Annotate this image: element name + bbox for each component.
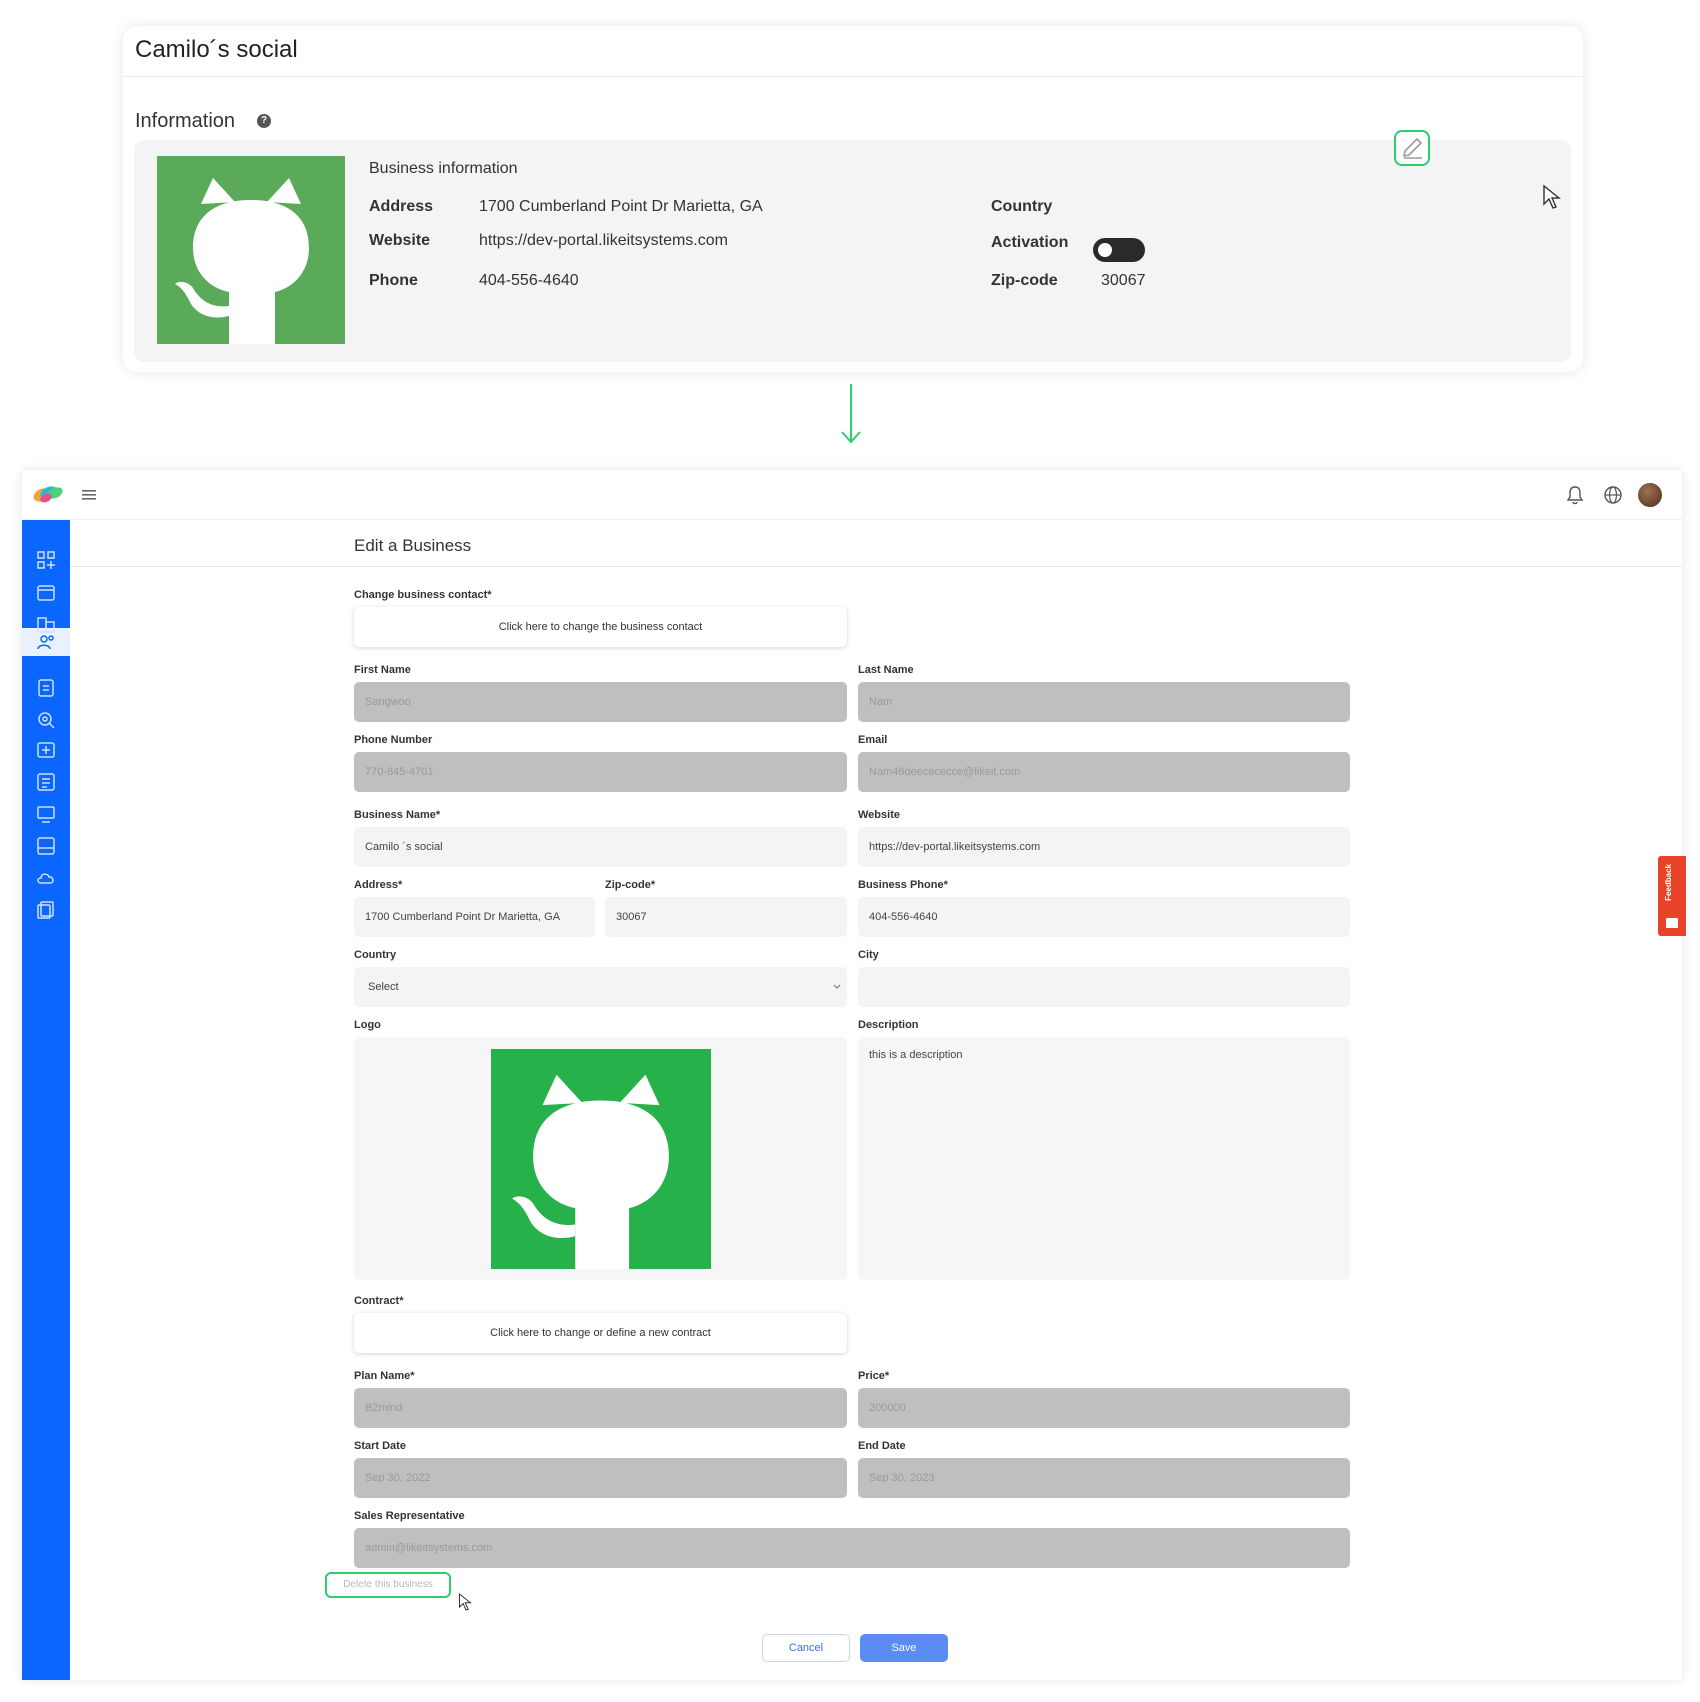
- change-contact-label: Change business contact*: [354, 589, 492, 601]
- business-name-input[interactable]: Camilo ´s social: [354, 827, 847, 867]
- information-heading: Information: [135, 110, 236, 132]
- address-value: 1700 Cumberland Point Dr Marietta, GA: [479, 198, 763, 215]
- github-octocat-icon: [512, 1074, 669, 1269]
- logo-preview: [491, 1049, 711, 1269]
- country-label: Country: [991, 198, 1053, 215]
- chevron-down-icon: [833, 984, 841, 989]
- users-icon[interactable]: [36, 632, 56, 652]
- contract-button[interactable]: Click here to change or define a new con…: [354, 1313, 847, 1353]
- first-name-label: First Name: [354, 664, 411, 676]
- feedback-label: Feedback: [1664, 864, 1673, 901]
- price-label: Price*: [858, 1370, 890, 1382]
- country-select[interactable]: Select: [354, 967, 847, 1007]
- first-name-input[interactable]: Sangwoo: [354, 682, 847, 722]
- page-title: Edit a Business: [354, 536, 472, 555]
- information-panel: Business information Address 1700 Cumber…: [134, 140, 1571, 362]
- plan-name-label: Plan Name*: [354, 1370, 415, 1382]
- bell-icon[interactable]: [1566, 485, 1584, 505]
- business-phone-input[interactable]: 404-556-4640: [858, 897, 1350, 937]
- country-selected-value: Select: [368, 981, 399, 993]
- calendar-icon[interactable]: [36, 582, 56, 602]
- zipcode-label: Zip-code: [991, 272, 1058, 289]
- business-information-title: Business information: [369, 160, 518, 177]
- edit-business-button[interactable]: [1394, 130, 1430, 166]
- change-contact-button[interactable]: Click here to change the business contac…: [354, 607, 847, 647]
- country-label: Country: [354, 949, 397, 961]
- globe-icon[interactable]: [1603, 485, 1623, 505]
- toggle-knob: [1098, 243, 1112, 257]
- pencil-icon: [1402, 137, 1423, 159]
- github-octocat-icon: [175, 178, 309, 344]
- menu-icon[interactable]: [82, 489, 96, 501]
- website-input[interactable]: https://dev-portal.likeitsystems.com: [858, 827, 1350, 867]
- app-window: Edit a Business: [22, 470, 1682, 1680]
- logo-label: Logo: [354, 1019, 381, 1031]
- business-name-label: Business Name*: [354, 809, 441, 821]
- zipcode-label: Zip-code*: [605, 879, 656, 891]
- email-label: Email: [858, 734, 888, 746]
- start-date-label: Start Date: [354, 1440, 406, 1452]
- down-arrow-icon: [841, 384, 861, 444]
- description-textarea[interactable]: this is a description: [858, 1037, 1350, 1280]
- phone-label: Phone: [369, 272, 418, 289]
- logo-upload-area[interactable]: [354, 1037, 847, 1280]
- phone-number-label: Phone Number: [354, 734, 433, 746]
- website-value: https://dev-portal.likeitsystems.com: [479, 232, 728, 249]
- report-icon[interactable]: [36, 678, 56, 698]
- building-icon[interactable]: [36, 614, 56, 634]
- last-name-input[interactable]: Nam: [858, 682, 1350, 722]
- mouse-cursor-icon: [1543, 184, 1561, 209]
- end-date-label: End Date: [858, 1440, 906, 1452]
- end-date-input[interactable]: Sep 30, 2023: [858, 1458, 1350, 1498]
- plan-name-input[interactable]: B2mind: [354, 1388, 847, 1428]
- website-label: Website: [858, 809, 900, 821]
- contract-label: Contract*: [354, 1295, 404, 1307]
- city-input[interactable]: [858, 967, 1350, 1007]
- price-input[interactable]: 200000: [858, 1388, 1350, 1428]
- email-input[interactable]: Nam46deecececce@likeit.com: [858, 752, 1350, 792]
- help-icon[interactable]: ?: [257, 114, 271, 128]
- image-icon[interactable]: [36, 836, 56, 856]
- card-divider: [123, 76, 1583, 77]
- plus-box-icon[interactable]: [36, 740, 56, 760]
- address-input[interactable]: 1700 Cumberland Point Dr Marietta, GA: [354, 897, 595, 937]
- zipcode-input[interactable]: 30067: [605, 897, 847, 937]
- cancel-button[interactable]: Cancel: [762, 1634, 850, 1662]
- title-divider: [70, 566, 1682, 567]
- cloud-icon[interactable]: [36, 868, 56, 888]
- docs-icon[interactable]: [36, 900, 56, 920]
- list-icon[interactable]: [36, 772, 56, 792]
- business-title: Camilo´s social: [135, 36, 298, 63]
- delete-business-button[interactable]: Delete this business: [325, 1572, 451, 1598]
- sales-rep-input[interactable]: admin@likeitsystems.com: [354, 1528, 1350, 1568]
- business-phone-label: Business Phone*: [858, 879, 948, 891]
- start-date-input[interactable]: Sep 30, 2022: [354, 1458, 847, 1498]
- monitor-icon[interactable]: [36, 804, 56, 824]
- phone-number-input[interactable]: 770-845-4701: [354, 752, 847, 792]
- sidebar: [22, 520, 70, 1680]
- city-label: City: [858, 949, 879, 961]
- feedback-mail-icon: [1666, 918, 1678, 928]
- avatar[interactable]: [1638, 483, 1662, 507]
- business-info-card: Camilo´s social Information ? Business i…: [123, 26, 1583, 372]
- zipcode-value: 30067: [1101, 272, 1146, 289]
- last-name-label: Last Name: [858, 664, 914, 676]
- app-logo[interactable]: [32, 482, 64, 506]
- feedback-tab[interactable]: Feedback: [1658, 856, 1686, 936]
- search-target-icon[interactable]: [36, 710, 56, 730]
- website-label: Website: [369, 232, 431, 249]
- top-bar: [22, 470, 1682, 520]
- activation-toggle[interactable]: [1093, 238, 1145, 262]
- dashboard-icon[interactable]: [36, 550, 56, 570]
- phone-value: 404-556-4640: [479, 272, 579, 289]
- address-label: Address*: [354, 879, 403, 891]
- description-label: Description: [858, 1019, 919, 1031]
- sales-rep-label: Sales Representative: [354, 1510, 465, 1522]
- activation-label: Activation: [991, 234, 1069, 251]
- save-button[interactable]: Save: [860, 1634, 948, 1662]
- business-logo: [157, 156, 345, 344]
- mouse-cursor-icon: [458, 1592, 472, 1611]
- address-label: Address: [369, 198, 434, 215]
